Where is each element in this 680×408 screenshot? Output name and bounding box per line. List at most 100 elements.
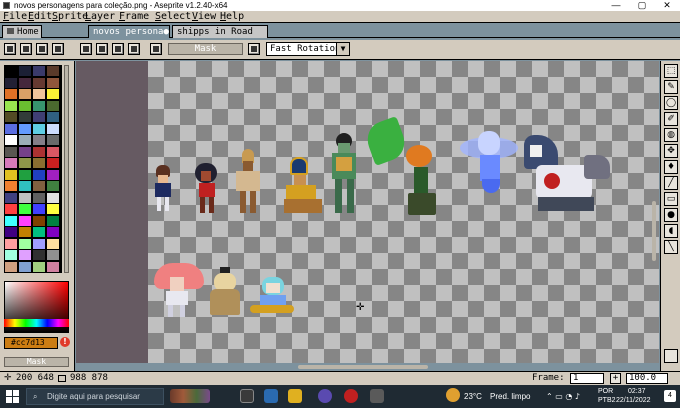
palette-swatch[interactable]	[33, 204, 45, 214]
task-view-icon[interactable]	[240, 389, 254, 403]
pivot-icon[interactable]	[248, 43, 260, 55]
palette-swatch[interactable]	[19, 158, 31, 168]
palette-swatch[interactable]	[33, 215, 45, 226]
palette-swatch[interactable]	[19, 181, 31, 191]
palette-swatch[interactable]	[5, 169, 17, 180]
timeline-toggle-icon[interactable]	[664, 349, 678, 363]
palette-swatch[interactable]	[33, 158, 45, 168]
add-selection-icon[interactable]	[96, 43, 108, 55]
palette-swatch[interactable]	[33, 146, 45, 157]
clock-date[interactable]: 22/11/2022	[616, 397, 651, 404]
palette-swatch[interactable]	[5, 123, 17, 134]
sprite-canvas[interactable]: ✛	[148, 61, 659, 363]
subtract-selection-icon[interactable]	[112, 43, 124, 55]
foreground-color-hex[interactable]: #cc7d13	[4, 337, 58, 349]
menu-view[interactable]: View	[192, 11, 216, 23]
mail-icon[interactable]	[264, 389, 278, 403]
palette-swatch[interactable]	[19, 227, 31, 237]
menu-help[interactable]: Help	[220, 11, 244, 23]
palette-swatch[interactable]	[47, 66, 59, 76]
paint-bucket-tool-icon[interactable]: ♦	[664, 160, 678, 174]
language-indicator[interactable]: POR	[598, 388, 613, 395]
palette-swatch[interactable]	[47, 261, 59, 272]
palette-swatch[interactable]	[5, 89, 17, 99]
lock-icon[interactable]	[4, 43, 16, 55]
palette-scrollbar[interactable]	[64, 65, 69, 273]
palette-swatch[interactable]	[19, 146, 31, 157]
palette-swatch[interactable]	[5, 215, 17, 226]
move-tool-icon[interactable]: ✥	[664, 144, 678, 158]
palette-swatch[interactable]	[19, 192, 31, 203]
stack-icon[interactable]	[36, 43, 48, 55]
palette-swatch[interactable]	[19, 169, 31, 180]
eraser-tool-icon[interactable]: ◯	[664, 96, 678, 110]
palette-swatch[interactable]	[47, 158, 59, 168]
palette-swatch[interactable]	[33, 66, 45, 76]
palette-swatch[interactable]	[5, 181, 17, 191]
palette-swatch[interactable]	[5, 146, 17, 157]
palette-swatch[interactable]	[5, 227, 17, 237]
palette-swatch[interactable]	[19, 89, 31, 99]
warning-icon[interactable]: !	[60, 337, 70, 347]
aseprite-taskbar-icon[interactable]	[370, 389, 384, 403]
palette-swatch[interactable]	[19, 66, 31, 76]
palette-swatch[interactable]	[5, 66, 17, 76]
rectangular-marquee-tool-icon[interactable]: ⬚	[664, 64, 678, 78]
eyedropper-tool-icon[interactable]: ✐	[664, 112, 678, 126]
hue-slider[interactable]	[4, 319, 69, 327]
discord-icon[interactable]	[318, 389, 332, 403]
palette-swatch[interactable]	[19, 123, 31, 134]
palette-swatch[interactable]	[19, 112, 31, 122]
palette-swatch[interactable]	[33, 250, 45, 260]
palette-swatch[interactable]	[47, 169, 59, 180]
menu-select[interactable]: Select	[155, 11, 191, 23]
palette-swatch[interactable]	[47, 250, 59, 260]
palette-swatch[interactable]	[5, 158, 17, 168]
palette-swatch[interactable]	[47, 192, 59, 203]
vertical-scrollbar[interactable]	[650, 61, 658, 371]
palette-swatch[interactable]	[19, 250, 31, 260]
palette-swatch[interactable]	[19, 215, 31, 226]
palette-swatch[interactable]	[5, 238, 17, 249]
palette-swatch[interactable]	[47, 123, 59, 134]
palette-swatch[interactable]	[47, 227, 59, 237]
notification-badge[interactable]: 4	[664, 390, 676, 402]
palette-swatch[interactable]	[19, 100, 31, 111]
palette-swatch[interactable]	[19, 238, 31, 249]
pencil-tool-icon[interactable]: ✎	[664, 80, 678, 94]
transparent-color-icon[interactable]	[150, 43, 162, 55]
ellipse-tool-icon[interactable]: ●	[664, 208, 678, 222]
palette-swatch[interactable]	[47, 204, 59, 214]
contour-tool-icon[interactable]: ◖	[664, 224, 678, 238]
palette-swatch[interactable]	[5, 192, 17, 203]
palette-swatch[interactable]	[47, 77, 59, 88]
palette-swatch[interactable]	[5, 100, 17, 111]
opera-icon[interactable]	[344, 389, 358, 403]
add-frame-button[interactable]: +	[610, 373, 621, 384]
palette-grid[interactable]	[4, 65, 62, 273]
palette-swatch[interactable]	[47, 181, 59, 191]
mask-color-button[interactable]: Mask	[4, 357, 69, 367]
palette-swatch[interactable]	[33, 238, 45, 249]
windows-start-icon[interactable]	[6, 390, 19, 403]
tab-novos-personagens[interactable]: novos persona●	[88, 25, 170, 38]
palette-swatch[interactable]	[33, 261, 45, 272]
palette-swatch[interactable]	[47, 146, 59, 157]
mask-button[interactable]: Mask	[168, 43, 243, 55]
palette-swatch[interactable]	[5, 204, 17, 214]
palette-swatch[interactable]	[5, 77, 17, 88]
menu-frame[interactable]: Frame	[119, 11, 149, 23]
menu-icon[interactable]	[52, 43, 64, 55]
system-tray-icons[interactable]: ⌃ ▭ ◔ ♪	[546, 392, 580, 401]
blur-tool-icon[interactable]: ╲	[664, 240, 678, 254]
tab-home[interactable]: Home	[2, 25, 42, 38]
maximize-button[interactable]: ▢	[629, 0, 655, 11]
palette-swatch[interactable]	[33, 77, 45, 88]
palette-swatch[interactable]	[47, 135, 59, 145]
tab-shipps-in-road[interactable]: shipps in Road	[172, 25, 268, 38]
palette-swatch[interactable]	[33, 89, 45, 99]
palette-swatch[interactable]	[33, 169, 45, 180]
palette-swatch[interactable]	[33, 192, 45, 203]
line-tool-icon[interactable]: ╱	[664, 176, 678, 190]
palette-swatch[interactable]	[33, 100, 45, 111]
